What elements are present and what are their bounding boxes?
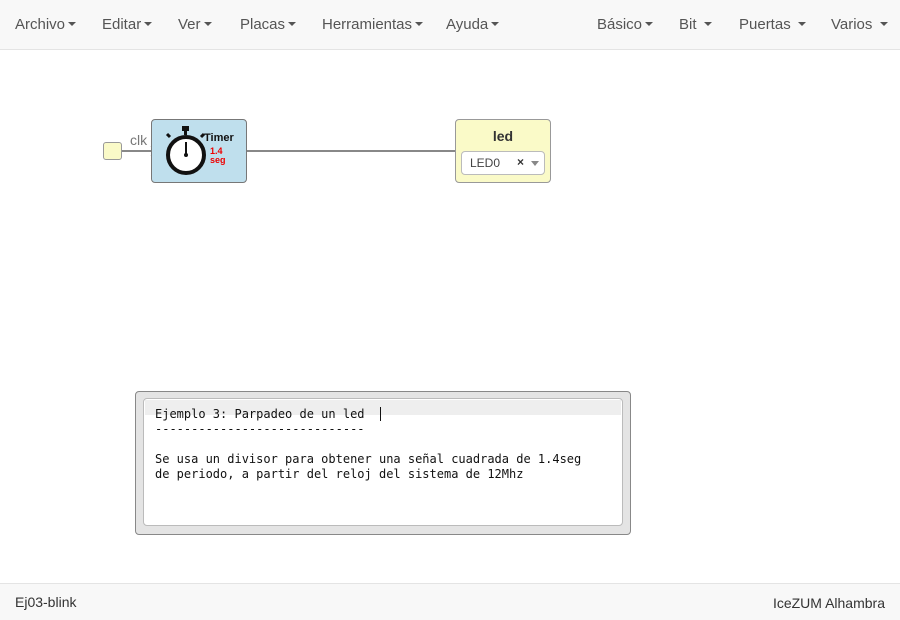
menu-ayuda-label: Ayuda (446, 16, 489, 33)
led-pin-value: LED0 (470, 156, 501, 170)
comment-line: Ejemplo 3: Parpadeo de un led (155, 407, 365, 421)
comment-line: Se usa un divisor para obtener una señal… (155, 452, 582, 466)
menu-editar[interactable]: Editar (102, 0, 153, 50)
comment-block[interactable]: Ejemplo 3: Parpadeo de un led ----------… (135, 391, 631, 535)
design-canvas[interactable]: clk Timer 1.4 seg led LED0 × Ejemplo 3: … (0, 51, 900, 583)
caret-down-icon (491, 22, 500, 27)
menu-basico-label: Básico (597, 16, 643, 33)
comment-line: de periodo, a partir del reloj del siste… (155, 467, 524, 481)
menu-herramientas[interactable]: Herramientas (322, 0, 424, 50)
caret-down-icon (645, 22, 654, 27)
menu-archivo-label: Archivo (15, 16, 66, 33)
clk-label: clk (130, 132, 148, 148)
project-name: Ej03-blink (15, 594, 77, 610)
dropdown-arrow-icon[interactable] (531, 161, 539, 166)
menu-placas-label: Placas (240, 16, 286, 33)
board-name[interactable]: IceZUM Alhambra (773, 595, 885, 611)
menu-ayuda[interactable]: Ayuda (446, 0, 500, 50)
caret-down-icon (203, 22, 212, 27)
comment-line: ----------------------------- (155, 422, 365, 436)
menu-bit-label: Bit (679, 16, 697, 33)
menu-varios-label: Varios (831, 16, 873, 33)
caret-down-icon (879, 22, 888, 27)
menubar: Archivo Editar Ver Placas Herramientas A… (0, 0, 900, 50)
menu-bit[interactable]: Bit (679, 0, 712, 50)
status-bar: Ej03-blink IceZUM Alhambra (0, 583, 900, 620)
caret-down-icon (797, 22, 806, 27)
menu-herramientas-label: Herramientas (322, 16, 413, 33)
caret-down-icon (68, 22, 77, 27)
led-title: led (492, 128, 514, 144)
caret-down-icon (703, 22, 712, 27)
menu-puertas-label: Puertas (739, 16, 791, 33)
timer-value-unit: seg (210, 155, 226, 165)
stopwatch-icon (165, 126, 206, 175)
caret-down-icon (144, 22, 153, 27)
menu-placas[interactable]: Placas (240, 0, 297, 50)
led-block[interactable]: led LED0 × (455, 119, 551, 183)
led-pin-select[interactable]: LED0 × (461, 151, 545, 175)
caret-down-icon (415, 22, 424, 27)
clk-input-port[interactable] (103, 142, 122, 160)
menu-ver-label: Ver (178, 16, 201, 33)
caret-down-icon (288, 22, 297, 27)
menu-archivo[interactable]: Archivo (15, 0, 77, 50)
menu-basico[interactable]: Básico (597, 0, 654, 50)
menu-editar-label: Editar (102, 16, 142, 33)
text-cursor (380, 407, 381, 421)
comment-editor[interactable]: Ejemplo 3: Parpadeo de un led ----------… (143, 398, 623, 526)
menu-puertas[interactable]: Puertas (739, 0, 806, 50)
clear-icon[interactable]: × (517, 155, 524, 169)
menu-ver[interactable]: Ver (178, 0, 212, 50)
timer-title: Timer (204, 132, 234, 144)
timer-value: 1.4 seg (210, 147, 226, 165)
menu-varios[interactable]: Varios (831, 0, 888, 50)
timer-block[interactable]: Timer 1.4 seg (151, 119, 247, 183)
